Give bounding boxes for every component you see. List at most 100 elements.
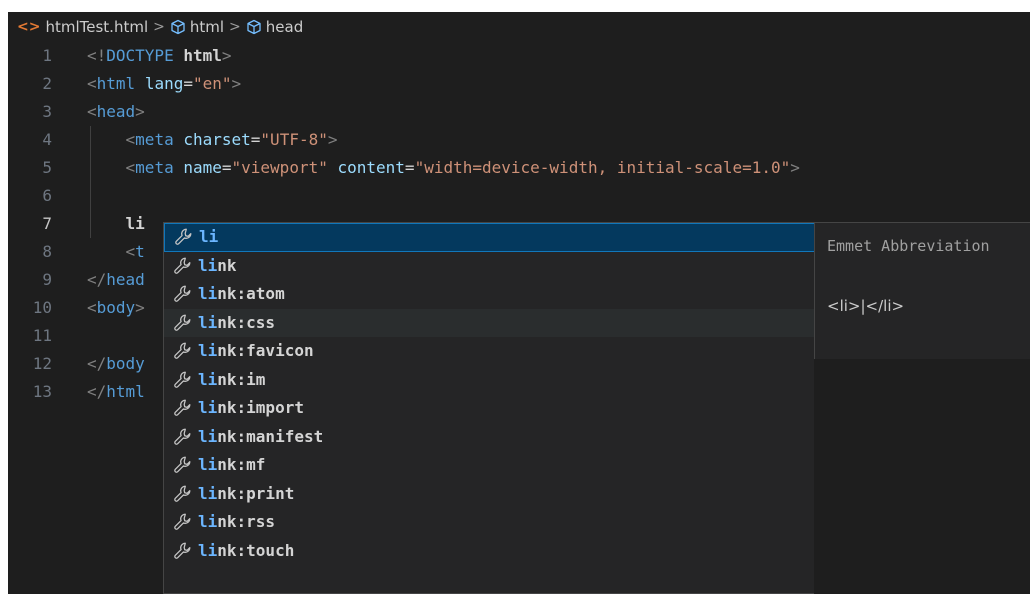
suggestion-label-rest: nk:css xyxy=(217,312,276,332)
wrench-icon xyxy=(172,397,194,419)
line-number: 2 xyxy=(42,74,52,93)
suggestion-item[interactable]: li nk:touch xyxy=(164,537,815,566)
suggestion-label-match: li xyxy=(198,426,218,446)
suggestion-label-match: li xyxy=(198,455,218,474)
suggestion-item[interactable]: li nk:css xyxy=(164,308,815,337)
suggestion-widget[interactable]: li li nk li nk:atom li nk:css li nk:favicon li nk:… xyxy=(163,222,815,594)
suggestion-label-match: li xyxy=(198,540,218,560)
code-token: < xyxy=(87,298,97,317)
line-number: 10 xyxy=(32,298,52,317)
suggestion-label-rest: nk:manifest xyxy=(217,426,324,446)
line-code: </html xyxy=(87,378,145,406)
line-number: 11 xyxy=(32,326,52,345)
wrench-icon xyxy=(172,312,194,334)
line-number: 3 xyxy=(42,102,52,121)
code-token: < xyxy=(125,130,136,149)
breadcrumb-item-label: head xyxy=(265,18,304,36)
wrench-icon xyxy=(172,283,194,305)
code-token: </ xyxy=(87,354,107,373)
suggestion-item[interactable]: li nk:favicon xyxy=(164,337,815,366)
code-token: > xyxy=(221,46,232,65)
suggestion-item[interactable]: li xyxy=(164,223,815,252)
line-number: 1 xyxy=(42,46,52,65)
suggestion-item[interactable]: li nk xyxy=(164,252,815,281)
suggestion-label-rest: nk:mf xyxy=(217,455,266,474)
code-token: name xyxy=(183,158,222,177)
code-token: </ xyxy=(87,382,107,401)
suggestion-item[interactable]: li nk:im xyxy=(164,366,815,395)
breadcrumb-file[interactable]: <> htmlTest.html xyxy=(17,18,148,36)
code-token: li xyxy=(125,214,145,233)
details-preview: <li>|</li> xyxy=(827,297,905,315)
suggestion-item[interactable]: li nk:manifest xyxy=(164,423,815,452)
code-token: meta xyxy=(135,130,174,149)
suggestion-label-rest: nk:atom xyxy=(217,284,285,303)
code-token: = xyxy=(183,74,193,93)
wrench-icon xyxy=(172,255,194,277)
wrench-icon xyxy=(172,454,194,476)
wrench-icon xyxy=(172,340,194,362)
code-token: body xyxy=(96,298,136,317)
suggestion-label-match: li xyxy=(198,284,218,303)
code-token: lang xyxy=(144,74,184,93)
suggestion-item[interactable]: li nk:print xyxy=(164,480,815,509)
code-token: < xyxy=(87,74,97,93)
element-cube-icon xyxy=(171,19,185,35)
code-token: html xyxy=(183,46,222,65)
code-token: = xyxy=(250,130,261,149)
line-number: 4 xyxy=(42,130,52,149)
code-line[interactable]: 5 <meta name="viewport" content="width=d… xyxy=(8,154,1030,182)
breadcrumb-file-label: htmlTest.html xyxy=(45,18,149,36)
line-number: 7 xyxy=(42,214,52,233)
details-title: Emmet Abbreviation xyxy=(827,237,990,255)
code-line[interactable]: 2 <html lang="en"> xyxy=(8,70,1030,98)
suggestion-list[interactable]: li li nk li nk:atom li nk:css li nk:favicon li nk:… xyxy=(164,223,815,594)
code-token: = xyxy=(221,158,232,177)
suggestion-label-match: li xyxy=(198,483,218,503)
code-token: meta xyxy=(135,158,174,177)
suggestion-item[interactable]: li nk:import xyxy=(164,394,815,423)
suggestion-label-rest: nk:im xyxy=(217,369,266,389)
suggestion-item[interactable]: li nk:rss xyxy=(164,508,815,537)
breadcrumb-item-head[interactable]: head xyxy=(246,18,303,36)
code-token: head xyxy=(96,102,136,121)
code-token: "en" xyxy=(192,74,232,93)
suggestion-item[interactable]: li nk:mf xyxy=(164,451,815,480)
suggestion-label-match: li xyxy=(198,341,218,360)
line-code: li xyxy=(87,210,145,238)
code-line[interactable]: 6 xyxy=(8,182,1030,210)
breadcrumb-item-html[interactable]: html xyxy=(170,18,224,36)
wrench-icon xyxy=(172,540,194,562)
suggestion-label-rest: nk:touch xyxy=(217,540,295,560)
line-code: <head> xyxy=(87,98,145,126)
suggestion-details: Emmet Abbreviation <li>|</li> xyxy=(814,222,1030,359)
code-token: body xyxy=(106,354,145,373)
html-file-icon: <> xyxy=(17,19,41,35)
breadcrumb-item-label: html xyxy=(189,18,225,36)
wrench-icon xyxy=(173,226,195,248)
breadcrumb: <> htmlTest.html > html > head xyxy=(8,12,1030,42)
code-token: charset xyxy=(183,130,251,149)
suggestion-label-rest: nk xyxy=(217,255,237,275)
code-token: html xyxy=(96,74,136,93)
code-token: <! xyxy=(87,46,107,65)
code-token: </ xyxy=(87,270,107,289)
suggestion-label-match: li xyxy=(199,227,219,246)
wrench-icon xyxy=(172,426,194,448)
line-number: 6 xyxy=(42,186,52,205)
code-line[interactable]: 4 <meta charset="UTF-8"> xyxy=(8,126,1030,154)
code-token: > xyxy=(327,130,338,149)
suggestion-label-match: li xyxy=(198,512,218,531)
suggestion-item[interactable]: li nk:atom xyxy=(164,280,815,309)
line-number: 8 xyxy=(42,242,52,261)
wrench-icon xyxy=(172,369,194,391)
code-line[interactable]: 3 <head> xyxy=(8,98,1030,126)
code-line[interactable]: 1 <!DOCTYPE html> xyxy=(8,42,1030,70)
code-token: "UTF-8" xyxy=(260,130,328,149)
suggestion-label-rest: nk:rss xyxy=(217,512,276,531)
